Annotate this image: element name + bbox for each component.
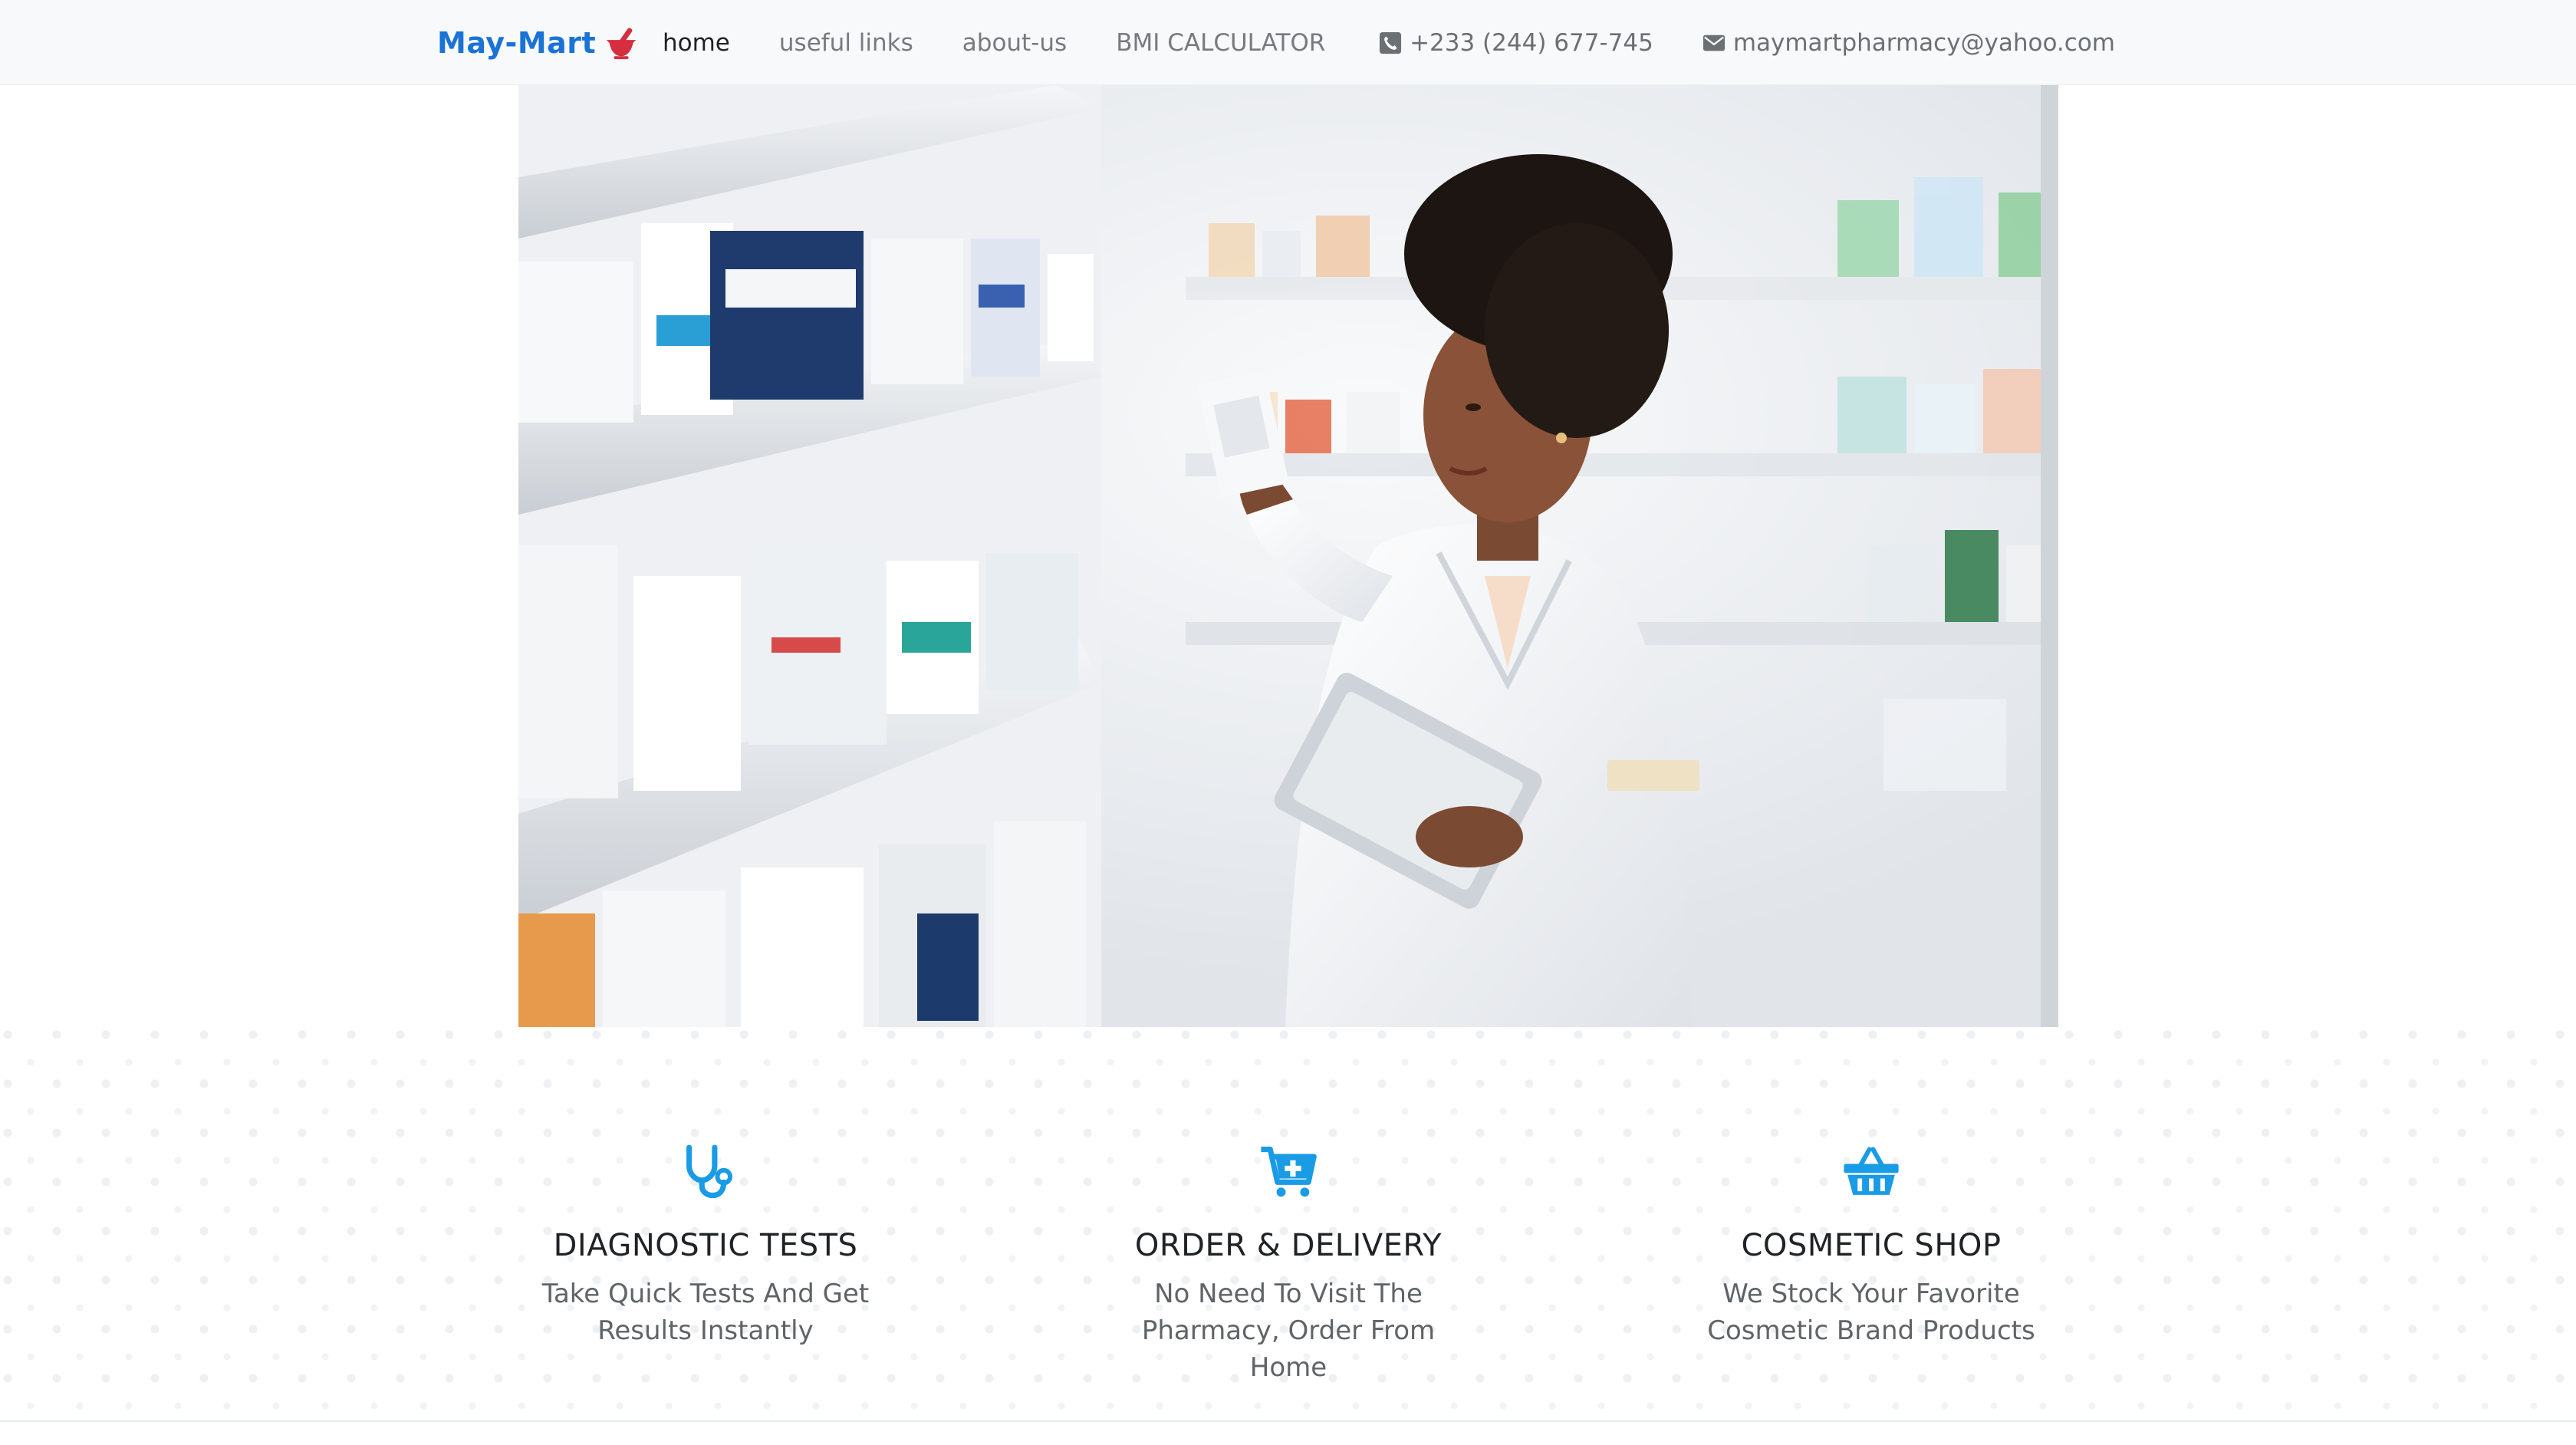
feature-title: COSMETIC SHOP bbox=[1741, 1228, 2002, 1263]
feature-cosmetic-shop: COSMETIC SHOP We Stock Your Favorite Cos… bbox=[1656, 1142, 2086, 1349]
feature-description: No Need To Visit The Pharmacy, Order Fro… bbox=[1141, 1279, 1436, 1383]
feature-description: We Stock Your Favorite Cosmetic Brand Pr… bbox=[1707, 1279, 2035, 1346]
nav-link-bmi-calculator[interactable]: BMI CALCULATOR bbox=[1116, 29, 1325, 57]
cart-plus-icon bbox=[1261, 1146, 1317, 1197]
pharmacist-photo bbox=[518, 85, 2058, 1027]
features-section: DIAGNOSTIC TESTS Take Quick Tests And Ge… bbox=[0, 1027, 2576, 1422]
envelope-icon bbox=[1703, 35, 1725, 51]
email-contact[interactable]: maymartpharmacy@yahoo.com bbox=[1703, 29, 2115, 57]
feature-title: DIAGNOSTIC TESTS bbox=[553, 1228, 858, 1263]
phone-contact[interactable]: +233 (244) 677-745 bbox=[1379, 29, 1653, 57]
hero-image bbox=[518, 85, 2058, 1027]
mortar-pestle-icon bbox=[607, 27, 637, 59]
navbar: May-Mart home useful links about-us BMI … bbox=[0, 0, 2576, 85]
stethoscope-icon bbox=[686, 1144, 733, 1198]
nav-link-useful-links[interactable]: useful links bbox=[779, 29, 913, 57]
brand-name: May-Mart bbox=[437, 25, 597, 60]
feature-diagnostic-tests: DIAGNOSTIC TESTS Take Quick Tests And Ge… bbox=[491, 1142, 920, 1349]
next-section-edge bbox=[0, 1422, 2576, 1445]
nav-links: home useful links about-us BMI CALCULATO… bbox=[663, 0, 1325, 85]
basket-icon bbox=[1844, 1147, 1899, 1195]
brand-link[interactable]: May-Mart bbox=[437, 0, 639, 85]
nav-link-home[interactable]: home bbox=[663, 29, 730, 57]
feature-order-delivery: ORDER & DELIVERY No Need To Visit The Ph… bbox=[1074, 1142, 1503, 1386]
contact-info: +233 (244) 677-745 maymartpharmacy@yahoo… bbox=[1379, 0, 2115, 85]
feature-title: ORDER & DELIVERY bbox=[1134, 1228, 1443, 1263]
phone-icon bbox=[1380, 31, 1402, 54]
email-address: maymartpharmacy@yahoo.com bbox=[1732, 28, 2115, 57]
phone-number: +233 (244) 677-745 bbox=[1410, 28, 1653, 57]
nav-link-about-us[interactable]: about-us bbox=[962, 29, 1067, 57]
feature-description: Take Quick Tests And Get Results Instant… bbox=[541, 1279, 870, 1346]
